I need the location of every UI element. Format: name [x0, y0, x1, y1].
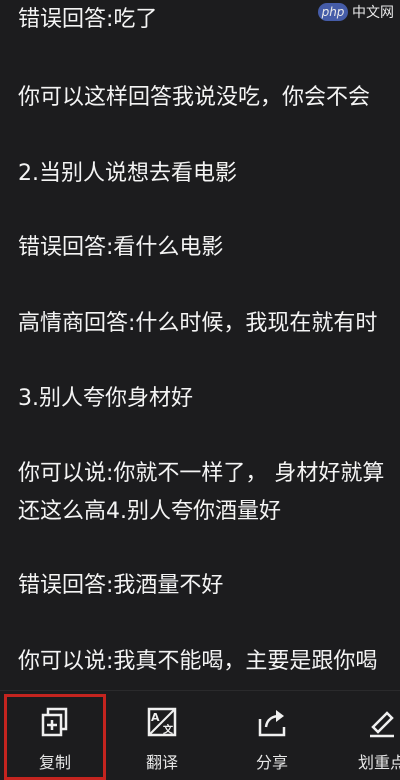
text-content: 错误回答:吃了 你可以这样回答我说没吃，你会不会 2.当别人说想去看电影 错误回…: [0, 0, 400, 690]
text-line: 你可以说:你就不一样了， 身材好就算: [18, 461, 385, 486]
watermark: php 中文网: [318, 2, 394, 22]
text-line: 错误回答:我酒量不好: [18, 573, 224, 598]
text-line: 2.当别人说想去看电影: [18, 161, 237, 186]
translate-label: 翻译: [145, 753, 178, 772]
share-icon: [258, 710, 286, 737]
copy-highlight-box: [4, 694, 106, 780]
text-line: 错误回答:看什么电影: [18, 235, 224, 260]
svg-text:文: 文: [163, 723, 174, 736]
highlight-button[interactable]: 划重点: [332, 691, 400, 779]
text-line: 你可以这样回答我说没吃，你会不会: [18, 85, 371, 110]
svg-text:A: A: [151, 711, 160, 724]
text-line: 高情商回答:什么时候，我现在就有时: [18, 311, 378, 336]
text-line: 还这么高4.别人夸你酒量好: [18, 499, 281, 524]
translate-icon: A 文: [147, 707, 177, 737]
highlight-label: 划重点: [357, 753, 400, 772]
translate-button[interactable]: A 文 翻译: [112, 691, 212, 779]
share-button[interactable]: 分享: [222, 691, 322, 779]
text-line: 错误回答:吃了: [18, 7, 158, 32]
watermark-logo: php: [318, 3, 348, 21]
text-line: 你可以说:我真不能喝，主要是跟你喝: [18, 649, 378, 674]
highlighter-icon: [370, 711, 394, 738]
watermark-text: 中文网: [352, 5, 394, 21]
share-label: 分享: [255, 753, 288, 772]
text-line: 3.别人夸你身材好: [18, 386, 193, 411]
